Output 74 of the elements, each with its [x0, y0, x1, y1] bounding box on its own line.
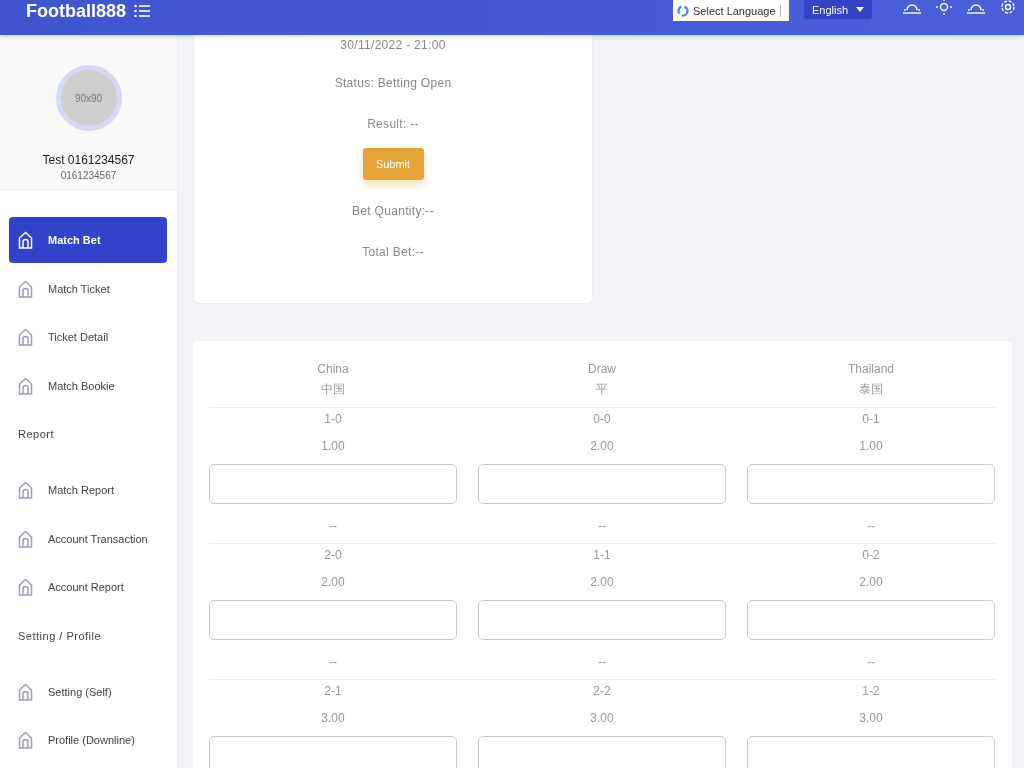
score-label: 1-1 [593, 547, 611, 563]
column-header: Thailand [847, 361, 895, 378]
score-label: 1-0 [324, 411, 342, 427]
home-icon [18, 529, 33, 548]
column-header-local: 中国 [320, 381, 346, 398]
sidebar-section-title: Report [17, 427, 56, 442]
sidebar-item[interactable]: Match Bookie [9, 362, 167, 409]
match-status: Status: Betting Open [334, 76, 452, 90]
user-name: Test 0161234567 [42, 153, 135, 167]
sidebar-item[interactable]: Profile (Downline) [9, 717, 167, 763]
score-label: 0-2 [862, 547, 880, 563]
column-header: Draw [587, 361, 617, 378]
sidebar-item[interactable]: Account Report [9, 564, 167, 610]
home-icon [18, 279, 33, 298]
caret-icon [856, 7, 864, 12]
match-result: Result: -- [367, 117, 419, 131]
score-label: 2-2 [593, 683, 611, 699]
home-icon [18, 731, 33, 749]
odds-label: 2.00 [590, 438, 614, 454]
total-bet: Total Bet:-- [362, 245, 424, 259]
bet-input-field[interactable] [478, 600, 726, 640]
score-label: 1-2 [862, 683, 880, 699]
home-icon [18, 578, 33, 596]
user-phone: 0161234567 [60, 170, 117, 181]
sidebar-item[interactable]: Match Ticket [9, 265, 167, 312]
score-label: 2-0 [324, 547, 342, 563]
avatar-size-label: 90x90 [74, 92, 103, 104]
language-selector[interactable]: Select Language [673, 0, 789, 21]
sidebar-item[interactable]: Match Report [9, 467, 167, 513]
sidebar-item[interactable]: Ticket Detail [9, 314, 167, 360]
bet-quantity: Bet Quantity:-- [352, 204, 434, 218]
column-header-local: 平 [595, 381, 609, 398]
result-label: -- [329, 518, 337, 534]
bet-input-field[interactable] [747, 600, 995, 640]
column-header-local: 泰国 [858, 381, 884, 398]
sidebar-section-title: Setting / Profile [17, 628, 103, 644]
sidebar-item[interactable]: Account Transaction [9, 515, 167, 562]
result-label: -- [598, 518, 606, 534]
result-label: -- [867, 518, 875, 534]
odds-label: 2.00 [590, 574, 614, 590]
odds-label: 1.00 [321, 438, 345, 454]
bet-input-field[interactable] [747, 736, 995, 768]
odds-label: 3.00 [859, 710, 883, 726]
logo-text: Football888 [26, 2, 127, 20]
result-label: -- [329, 654, 337, 670]
home-icon [18, 481, 33, 499]
sidebar-item[interactable]: Setting (Self) [9, 668, 167, 715]
match-datetime: 30/11/2022 - 21:00 [340, 38, 446, 52]
odds-label: 2.00 [859, 574, 883, 590]
sidebar-item[interactable]: Match Bet [9, 217, 167, 263]
bet-input-field[interactable] [478, 736, 726, 768]
score-label: 0-0 [593, 411, 611, 427]
home-icon [18, 231, 33, 249]
home-icon [18, 328, 33, 346]
bet-input-field[interactable] [209, 464, 457, 504]
language-dropdown[interactable]: English [804, 0, 872, 19]
menu-icon[interactable] [134, 4, 151, 18]
odds-label: 3.00 [590, 710, 614, 726]
home-icon [18, 682, 33, 701]
bet-input-field[interactable] [209, 736, 457, 768]
odds-label: 3.00 [321, 710, 345, 726]
score-label: 2-1 [324, 683, 342, 699]
settings-icon[interactable] [998, 0, 1018, 15]
home-icon [18, 376, 33, 395]
bet-input-field[interactable] [478, 464, 726, 504]
score-label: 0-1 [862, 411, 880, 427]
result-label: -- [598, 654, 606, 670]
odds-label: 2.00 [321, 574, 345, 590]
sun-icon[interactable] [934, 0, 954, 15]
bet-input-field[interactable] [209, 600, 457, 640]
result-label: -- [867, 654, 875, 670]
odds-label: 1.00 [859, 438, 883, 454]
bet-input-field[interactable] [747, 464, 995, 504]
column-header: China [316, 361, 350, 378]
